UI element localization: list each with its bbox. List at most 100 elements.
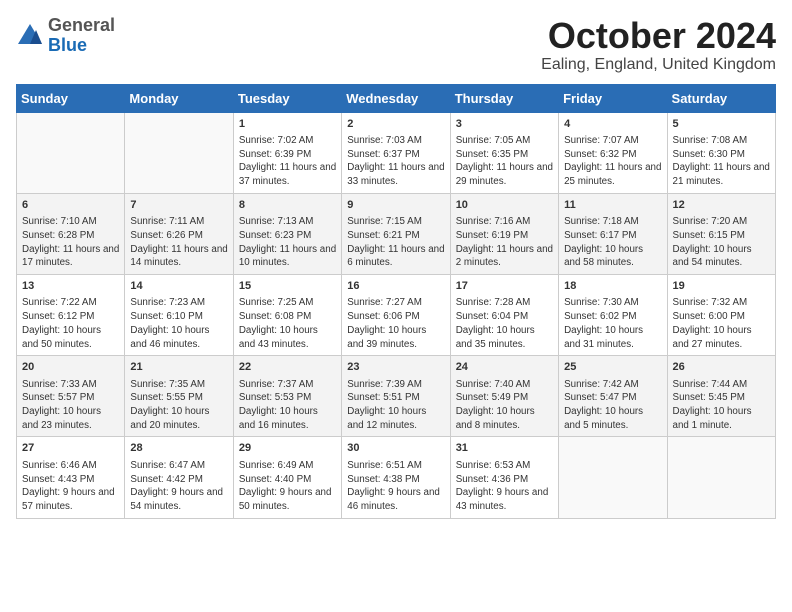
weekday-header-friday: Friday (559, 84, 667, 112)
calendar-cell (17, 112, 125, 193)
month-title: October 2024 (541, 16, 776, 56)
calendar-cell: 23Sunrise: 7:39 AM Sunset: 5:51 PM Dayli… (342, 356, 450, 437)
day-detail: Sunrise: 6:49 AM Sunset: 4:40 PM Dayligh… (239, 459, 336, 514)
day-detail: Sunrise: 7:10 AM Sunset: 6:28 PM Dayligh… (22, 215, 119, 270)
calendar-cell: 25Sunrise: 7:42 AM Sunset: 5:47 PM Dayli… (559, 356, 667, 437)
day-number: 30 (347, 441, 444, 456)
day-detail: Sunrise: 7:23 AM Sunset: 6:10 PM Dayligh… (130, 296, 227, 351)
weekday-header-sunday: Sunday (17, 84, 125, 112)
calendar-cell (667, 437, 775, 518)
day-number: 10 (456, 198, 553, 213)
day-number: 8 (239, 198, 336, 213)
title-block: October 2024 Ealing, England, United Kin… (541, 16, 776, 74)
day-number: 13 (22, 279, 119, 294)
page-header: General Blue October 2024 Ealing, Englan… (16, 16, 776, 74)
location: Ealing, England, United Kingdom (541, 56, 776, 74)
day-detail: Sunrise: 7:16 AM Sunset: 6:19 PM Dayligh… (456, 215, 553, 270)
logo-text: General Blue (48, 16, 115, 56)
day-detail: Sunrise: 7:42 AM Sunset: 5:47 PM Dayligh… (564, 378, 661, 433)
day-detail: Sunrise: 6:51 AM Sunset: 4:38 PM Dayligh… (347, 459, 444, 514)
weekday-header-monday: Monday (125, 84, 233, 112)
calendar-cell: 14 Sunrise: 7:23 AM Sunset: 6:10 PM Dayli… (125, 275, 233, 356)
calendar-cell: 1 Sunrise: 7:02 AM Sunset: 6:39 PM Daylig… (233, 112, 341, 193)
day-number: 26 (673, 360, 770, 375)
day-number: 31 (456, 441, 553, 456)
calendar-cell: 11 Sunrise: 7:18 AM Sunset: 6:17 PM Dayli… (559, 193, 667, 274)
weekday-header-thursday: Thursday (450, 84, 558, 112)
calendar-cell: 2Sunrise: 7:03 AM Sunset: 6:37 PM Daylig… (342, 112, 450, 193)
day-detail: Sunrise: 7:37 AM Sunset: 5:53 PM Dayligh… (239, 378, 336, 433)
day-detail: Sunrise: 7:27 AM Sunset: 6:06 PM Dayligh… (347, 296, 444, 351)
calendar-cell: 21 Sunrise: 7:35 AM Sunset: 5:55 PM Dayli… (125, 356, 233, 437)
day-number: 6 (22, 198, 119, 213)
calendar-cell (559, 437, 667, 518)
day-detail: Sunrise: 7:05 AM Sunset: 6:35 PM Dayligh… (456, 134, 553, 189)
calendar-cell: 31 Sunrise: 6:53 AM Sunset: 4:36 PM Dayli… (450, 437, 558, 518)
day-number: 24 (456, 360, 553, 375)
calendar-cell: 27Sunrise: 6:46 AM Sunset: 4:43 PM Dayli… (17, 437, 125, 518)
day-detail: Sunrise: 7:07 AM Sunset: 6:32 PM Dayligh… (564, 134, 661, 189)
day-detail: Sunrise: 7:20 AM Sunset: 6:15 PM Dayligh… (673, 215, 770, 270)
calendar-week-1: 1 Sunrise: 7:02 AM Sunset: 6:39 PM Daylig… (17, 112, 776, 193)
day-number: 20 (22, 360, 119, 375)
calendar-cell: 3 Sunrise: 7:05 AM Sunset: 6:35 PM Daylig… (450, 112, 558, 193)
day-number: 29 (239, 441, 336, 456)
day-detail: Sunrise: 7:18 AM Sunset: 6:17 PM Dayligh… (564, 215, 661, 270)
calendar-cell: 10 Sunrise: 7:16 AM Sunset: 6:19 PM Dayli… (450, 193, 558, 274)
day-detail: Sunrise: 7:15 AM Sunset: 6:21 PM Dayligh… (347, 215, 444, 270)
weekday-header-row: SundayMondayTuesdayWednesdayThursdayFrid… (17, 84, 776, 112)
day-number: 7 (130, 198, 227, 213)
day-number: 15 (239, 279, 336, 294)
calendar-cell: 12 Sunrise: 7:20 AM Sunset: 6:15 PM Dayli… (667, 193, 775, 274)
calendar-cell: 20 Sunrise: 7:33 AM Sunset: 5:57 PM Dayli… (17, 356, 125, 437)
calendar-table: SundayMondayTuesdayWednesdayThursdayFrid… (16, 84, 776, 519)
day-number: 5 (673, 117, 770, 132)
weekday-header-wednesday: Wednesday (342, 84, 450, 112)
day-detail: Sunrise: 7:13 AM Sunset: 6:23 PM Dayligh… (239, 215, 336, 270)
day-number: 22 (239, 360, 336, 375)
day-detail: Sunrise: 7:44 AM Sunset: 5:45 PM Dayligh… (673, 378, 770, 433)
calendar-cell: 22 Sunrise: 7:37 AM Sunset: 5:53 PM Dayli… (233, 356, 341, 437)
calendar-week-2: 6 Sunrise: 7:10 AM Sunset: 6:28 PM Daylig… (17, 193, 776, 274)
calendar-cell: 5 Sunrise: 7:08 AM Sunset: 6:30 PM Daylig… (667, 112, 775, 193)
day-detail: Sunrise: 7:25 AM Sunset: 6:08 PM Dayligh… (239, 296, 336, 351)
calendar-cell: 29 Sunrise: 6:49 AM Sunset: 4:40 PM Dayli… (233, 437, 341, 518)
calendar-cell: 24 Sunrise: 7:40 AM Sunset: 5:49 PM Dayli… (450, 356, 558, 437)
logo-icon (16, 22, 44, 50)
calendar-cell: 26 Sunrise: 7:44 AM Sunset: 5:45 PM Dayli… (667, 356, 775, 437)
day-detail: Sunrise: 7:39 AM Sunset: 5:51 PM Dayligh… (347, 378, 444, 433)
day-number: 28 (130, 441, 227, 456)
calendar-week-3: 13 Sunrise: 7:22 AM Sunset: 6:12 PM Dayli… (17, 275, 776, 356)
day-detail: Sunrise: 6:53 AM Sunset: 4:36 PM Dayligh… (456, 459, 553, 514)
calendar-cell: 18 Sunrise: 7:30 AM Sunset: 6:02 PM Dayli… (559, 275, 667, 356)
day-detail: Sunrise: 7:08 AM Sunset: 6:30 PM Dayligh… (673, 134, 770, 189)
day-number: 12 (673, 198, 770, 213)
day-detail: Sunrise: 6:47 AM Sunset: 4:42 PM Dayligh… (130, 459, 227, 514)
logo: General Blue (16, 16, 115, 56)
calendar-week-5: 27Sunrise: 6:46 AM Sunset: 4:43 PM Dayli… (17, 437, 776, 518)
day-detail: Sunrise: 7:40 AM Sunset: 5:49 PM Dayligh… (456, 378, 553, 433)
day-number: 21 (130, 360, 227, 375)
calendar-cell (125, 112, 233, 193)
day-number: 18 (564, 279, 661, 294)
calendar-cell: 13 Sunrise: 7:22 AM Sunset: 6:12 PM Dayli… (17, 275, 125, 356)
day-detail: Sunrise: 7:22 AM Sunset: 6:12 PM Dayligh… (22, 296, 119, 351)
calendar-cell: 9 Sunrise: 7:15 AM Sunset: 6:21 PM Daylig… (342, 193, 450, 274)
calendar-cell: 17Sunrise: 7:28 AM Sunset: 6:04 PM Dayli… (450, 275, 558, 356)
day-detail: Sunrise: 7:32 AM Sunset: 6:00 PM Dayligh… (673, 296, 770, 351)
day-number: 17 (456, 279, 553, 294)
day-detail: Sunrise: 7:35 AM Sunset: 5:55 PM Dayligh… (130, 378, 227, 433)
day-detail: Sunrise: 7:33 AM Sunset: 5:57 PM Dayligh… (22, 378, 119, 433)
day-detail: Sunrise: 7:02 AM Sunset: 6:39 PM Dayligh… (239, 134, 336, 189)
day-number: 1 (239, 117, 336, 132)
day-number: 19 (673, 279, 770, 294)
day-number: 11 (564, 198, 661, 213)
calendar-cell: 16Sunrise: 7:27 AM Sunset: 6:06 PM Dayli… (342, 275, 450, 356)
day-number: 27 (22, 441, 119, 456)
day-number: 3 (456, 117, 553, 132)
day-detail: Sunrise: 7:30 AM Sunset: 6:02 PM Dayligh… (564, 296, 661, 351)
day-number: 9 (347, 198, 444, 213)
calendar-cell: 19 Sunrise: 7:32 AM Sunset: 6:00 PM Dayli… (667, 275, 775, 356)
day-number: 14 (130, 279, 227, 294)
weekday-header-tuesday: Tuesday (233, 84, 341, 112)
